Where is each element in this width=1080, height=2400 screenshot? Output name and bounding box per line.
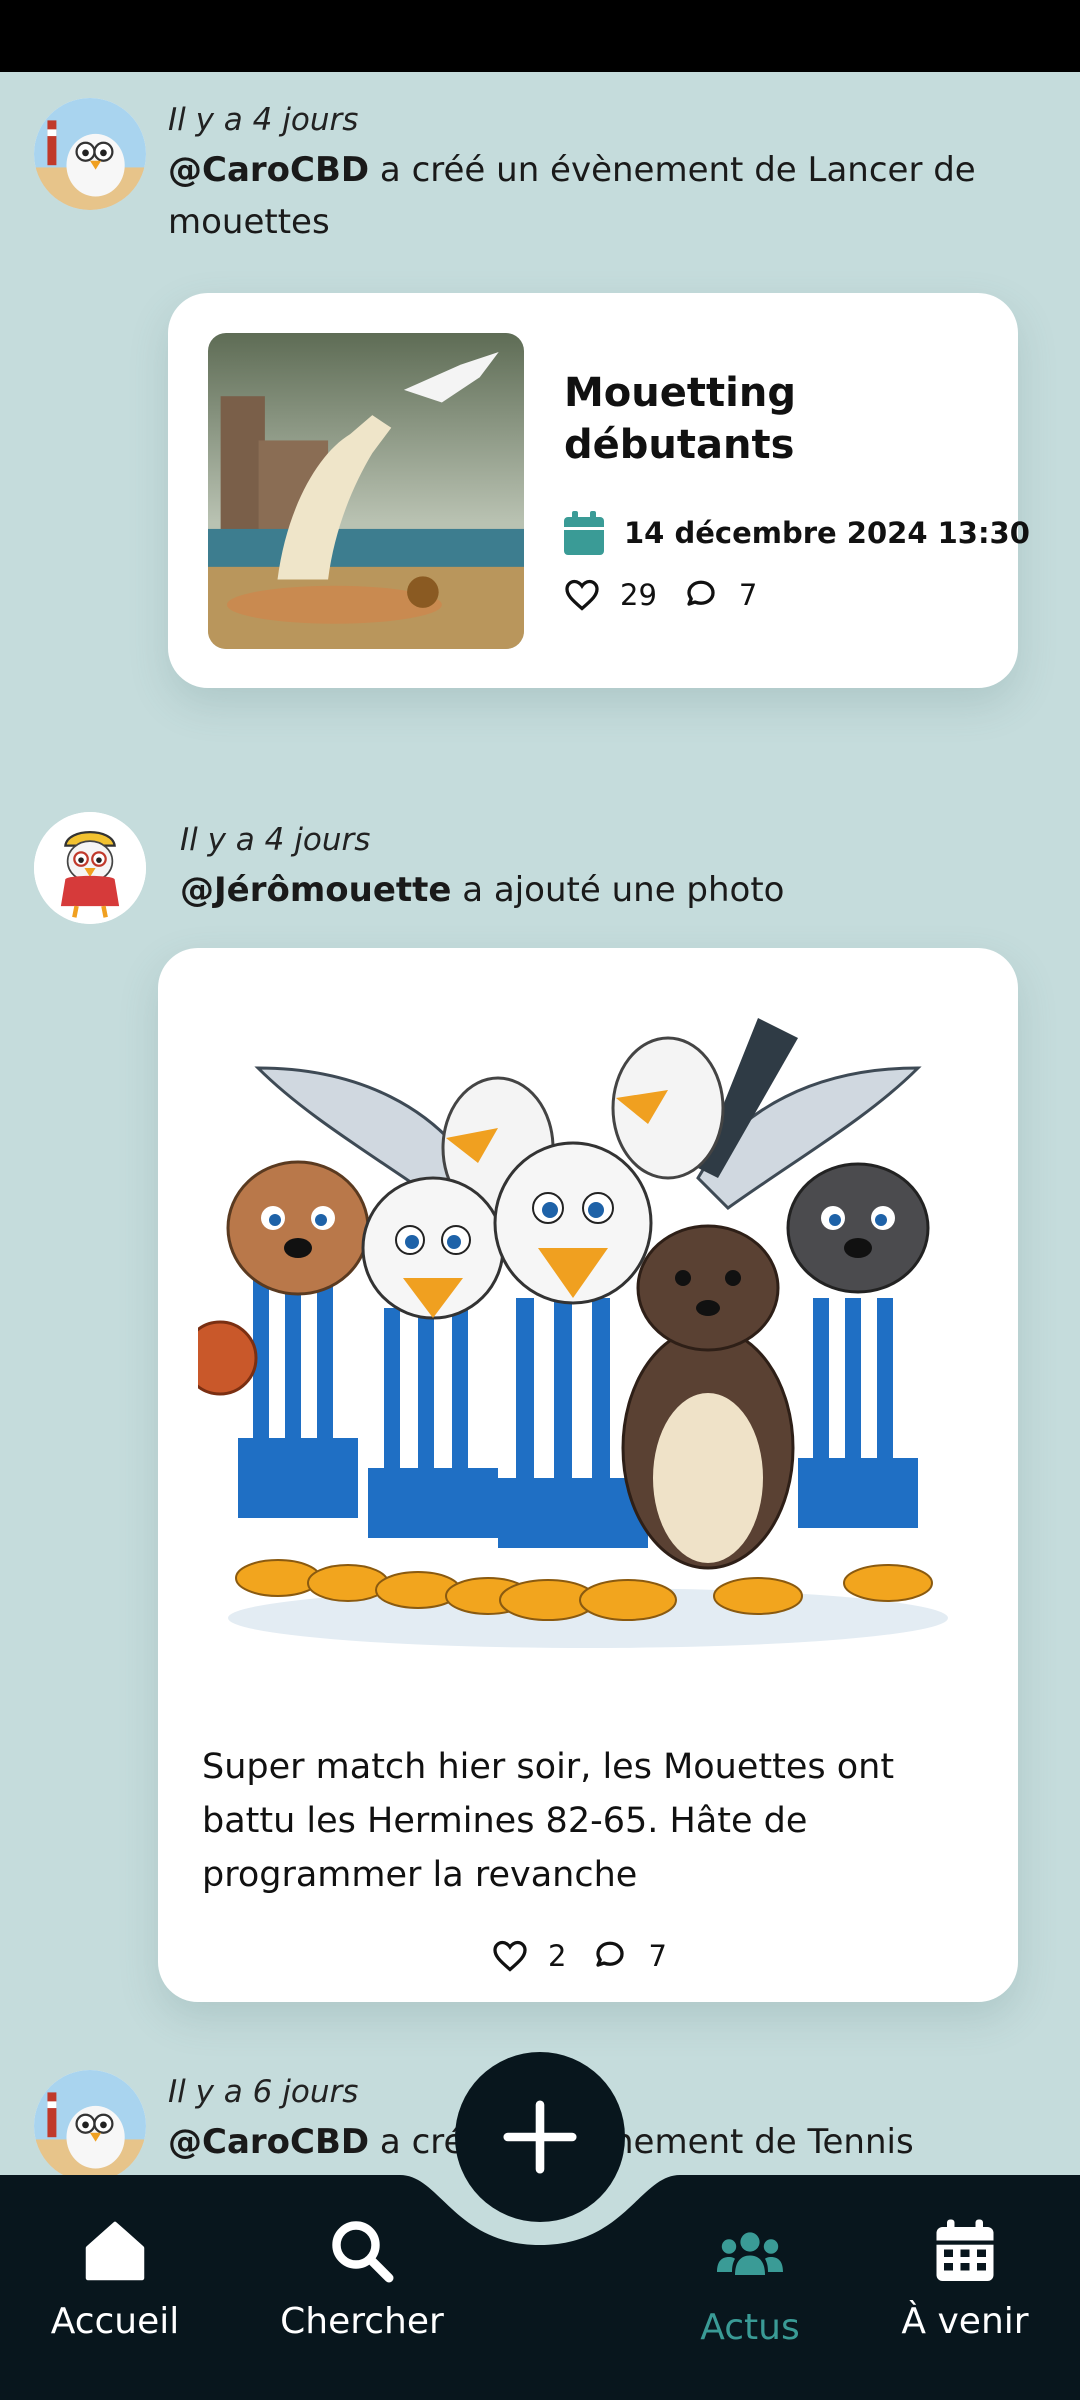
post-header: @Jérômouette a ajouté une photo	[180, 864, 1000, 916]
post-timestamp: Il y a 4 jours	[180, 822, 371, 858]
heart-icon[interactable]	[492, 1938, 528, 1974]
status-bar	[0, 0, 1080, 72]
post-photo[interactable]	[198, 978, 978, 1678]
heart-icon[interactable]	[564, 577, 600, 613]
search-icon	[332, 2221, 394, 2283]
plus-icon	[503, 2100, 577, 2174]
like-count: 2	[548, 1939, 567, 1973]
event-date: 14 décembre 2024 13:30	[564, 511, 1030, 555]
create-button[interactable]	[455, 2052, 625, 2222]
post-stats: 2 7	[492, 1938, 693, 1974]
post-text: Super match hier soir, les Mouettes ont …	[202, 1747, 895, 1895]
event-image	[208, 333, 524, 649]
event-title[interactable]: Mouetting débutants	[564, 367, 984, 471]
username-link[interactable]: @Jérômouette	[180, 870, 451, 910]
nav-label: Chercher	[280, 2301, 444, 2342]
calendar-icon	[936, 2219, 994, 2281]
avatar-carocbd[interactable]	[34, 2070, 146, 2182]
comment-icon[interactable]	[683, 577, 719, 613]
post-timestamp: Il y a 4 jours	[168, 102, 359, 138]
calendar-icon	[564, 511, 604, 555]
home-icon	[85, 2221, 145, 2281]
post-timestamp: Il y a 6 jours	[168, 2074, 359, 2110]
like-count: 29	[620, 578, 657, 612]
event-card[interactable]: Mouetting débutants 14 décembre 2024 13:…	[168, 293, 1030, 688]
username-link[interactable]: @CaroCBD	[168, 2122, 369, 2162]
event-date-text: 14 décembre 2024 13:30	[624, 516, 1030, 550]
post-action: a créé un évènement de Tennis	[369, 2122, 914, 2162]
comment-count: 7	[648, 1939, 667, 1973]
avatar-jeromouette[interactable]	[34, 812, 146, 924]
nav-item-chercher[interactable]: Chercher	[262, 2215, 462, 2342]
event-stats: 29 7	[564, 577, 783, 613]
post-action: a ajouté une photo	[451, 870, 785, 910]
comment-count: 7	[738, 578, 758, 612]
avatar-carocbd[interactable]	[34, 98, 146, 210]
username-link[interactable]: @CaroCBD	[168, 150, 369, 190]
nav-item-a-venir[interactable]: À venir	[865, 2215, 1065, 2342]
people-icon	[717, 2232, 783, 2275]
comment-icon[interactable]	[592, 1938, 628, 1974]
photo-post-card[interactable]: Super match hier soir, les Mouettes ont …	[158, 948, 1018, 2002]
nav-item-actus[interactable]: Actus	[650, 2221, 850, 2348]
nav-label: À venir	[901, 2301, 1029, 2342]
nav-label: Accueil	[50, 2301, 180, 2342]
nav-item-accueil[interactable]: Accueil	[15, 2215, 215, 2342]
nav-label: Actus	[700, 2307, 800, 2348]
post-header: @CaroCBD a créé un évènement de Lancer d…	[168, 144, 988, 248]
